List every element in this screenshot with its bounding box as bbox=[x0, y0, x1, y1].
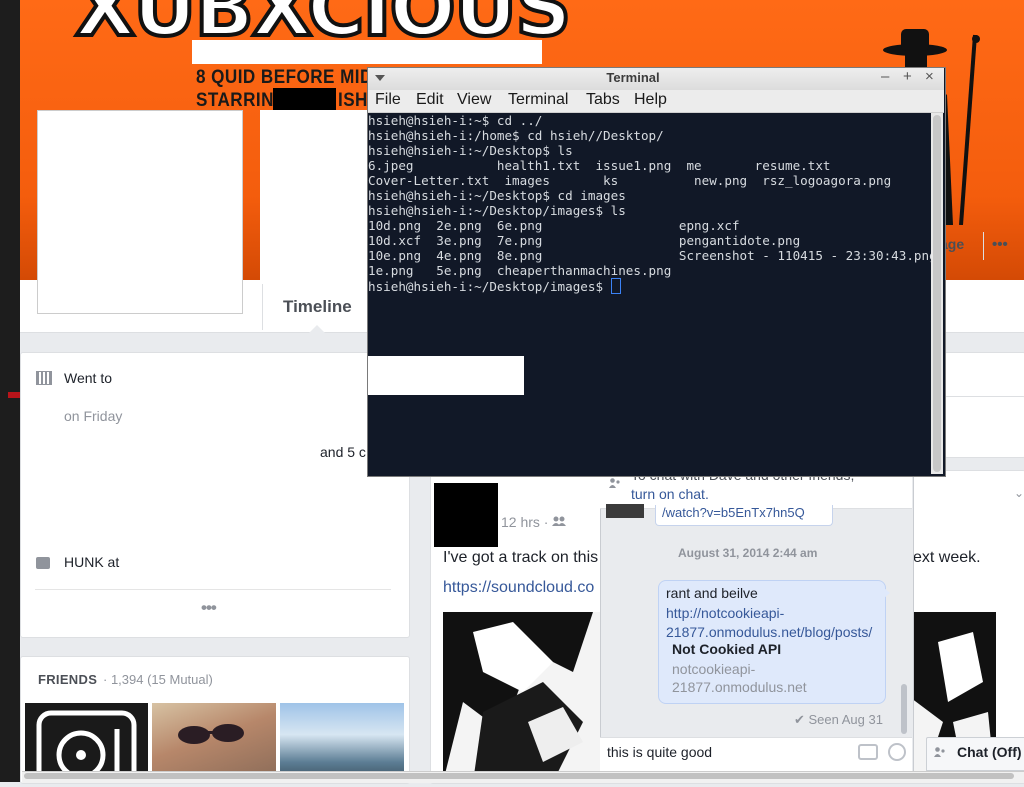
terminal-title: Terminal bbox=[606, 70, 660, 85]
chat-off-label[interactable]: Chat (Off) bbox=[957, 744, 1022, 760]
link-preview-domain: notcookieapi-21877.onmodulus.net bbox=[672, 661, 807, 695]
friends-count: · 1,394 (15 Mutual) bbox=[103, 672, 213, 687]
post-link[interactable]: https://soundcloud.co bbox=[443, 579, 594, 597]
desktop-accent bbox=[8, 392, 20, 398]
message-text: rant and beilve bbox=[666, 585, 758, 601]
work-label: HUNK at bbox=[64, 554, 120, 570]
seen-status: ✔ Seen Aug 31 bbox=[794, 712, 883, 727]
chat-date-separator: August 31, 2014 2:44 am bbox=[678, 546, 818, 560]
menu-help[interactable]: Help bbox=[634, 91, 667, 109]
people-icon bbox=[934, 747, 945, 757]
profile-picture[interactable] bbox=[37, 110, 243, 314]
previous-message-link[interactable]: /watch?v=b5EnTx7hn5Q bbox=[662, 505, 805, 520]
menu-file[interactable]: File bbox=[375, 91, 401, 109]
tab-separator bbox=[983, 232, 984, 260]
tab-timeline[interactable]: Timeline bbox=[283, 297, 352, 317]
terminal-cursor bbox=[610, 278, 621, 294]
intro-card bbox=[20, 352, 410, 638]
side-card bbox=[944, 352, 1024, 398]
intro-divider bbox=[35, 589, 391, 590]
post-text-end: ext week. bbox=[913, 549, 981, 566]
cover-line-2-tail: ISH bbox=[338, 90, 368, 111]
menu-tabs[interactable]: Tabs bbox=[586, 91, 620, 109]
horizontal-scrollbar-thumb[interactable] bbox=[24, 773, 1014, 779]
friends-audience-icon[interactable] bbox=[552, 516, 566, 527]
terminal-output-text: hsieh@hsieh-i:~$ cd ../ hsieh@hsieh-i:/h… bbox=[368, 113, 937, 294]
message-link[interactable]: http://notcookieapi-21877.onmodulus.net/… bbox=[666, 604, 880, 642]
close-button[interactable]: × bbox=[925, 68, 934, 85]
friends-title[interactable]: FRIENDS bbox=[38, 672, 97, 687]
terminal-output[interactable]: hsieh@hsieh-i:~$ cd ../ hsieh@hsieh-i:/h… bbox=[368, 113, 937, 294]
active-tab-caret bbox=[309, 325, 325, 333]
minimize-button[interactable]: – bbox=[881, 68, 889, 85]
secondary-picture bbox=[260, 110, 370, 282]
desktop-left-strip bbox=[0, 0, 20, 782]
message-bubble-tail bbox=[883, 587, 890, 599]
chat-input[interactable]: this is quite good bbox=[607, 744, 712, 760]
side-card bbox=[944, 396, 1024, 458]
post-author-avatar[interactable] bbox=[434, 483, 498, 547]
calendar-icon bbox=[36, 371, 52, 385]
redacted-block bbox=[273, 88, 336, 111]
more-options-button[interactable]: ••• bbox=[992, 236, 1008, 253]
turn-on-chat-link[interactable]: turn on chat. bbox=[631, 486, 709, 502]
intro-more-button[interactable]: ••• bbox=[201, 598, 217, 618]
menu-edit[interactable]: Edit bbox=[416, 91, 444, 109]
briefcase-icon bbox=[36, 557, 50, 569]
chat-scrollbar[interactable] bbox=[901, 684, 907, 734]
went-to-label: Went to bbox=[64, 370, 112, 386]
camera-icon[interactable] bbox=[858, 744, 878, 760]
maximize-button[interactable]: + bbox=[903, 68, 912, 85]
menu-terminal[interactable]: Terminal bbox=[508, 91, 568, 109]
redacted-box bbox=[192, 40, 542, 64]
post-options-chevron-icon[interactable]: ⌄ bbox=[1014, 486, 1024, 500]
chat-avatar bbox=[606, 504, 644, 518]
redacted-box bbox=[368, 356, 524, 395]
with-others-text[interactable]: and 5 c bbox=[320, 444, 366, 460]
emoji-icon[interactable] bbox=[888, 743, 906, 761]
post-timestamp[interactable]: 12 hrs · bbox=[501, 514, 548, 530]
tab-divider bbox=[262, 284, 263, 330]
menu-view[interactable]: View bbox=[457, 91, 491, 109]
link-preview-title[interactable]: Not Cookied API bbox=[672, 641, 781, 657]
event-date: on Friday bbox=[64, 408, 123, 424]
people-icon bbox=[609, 478, 620, 488]
post-text: I've got a track on this bbox=[443, 549, 599, 566]
terminal-scrollbar-thumb[interactable] bbox=[933, 115, 941, 472]
